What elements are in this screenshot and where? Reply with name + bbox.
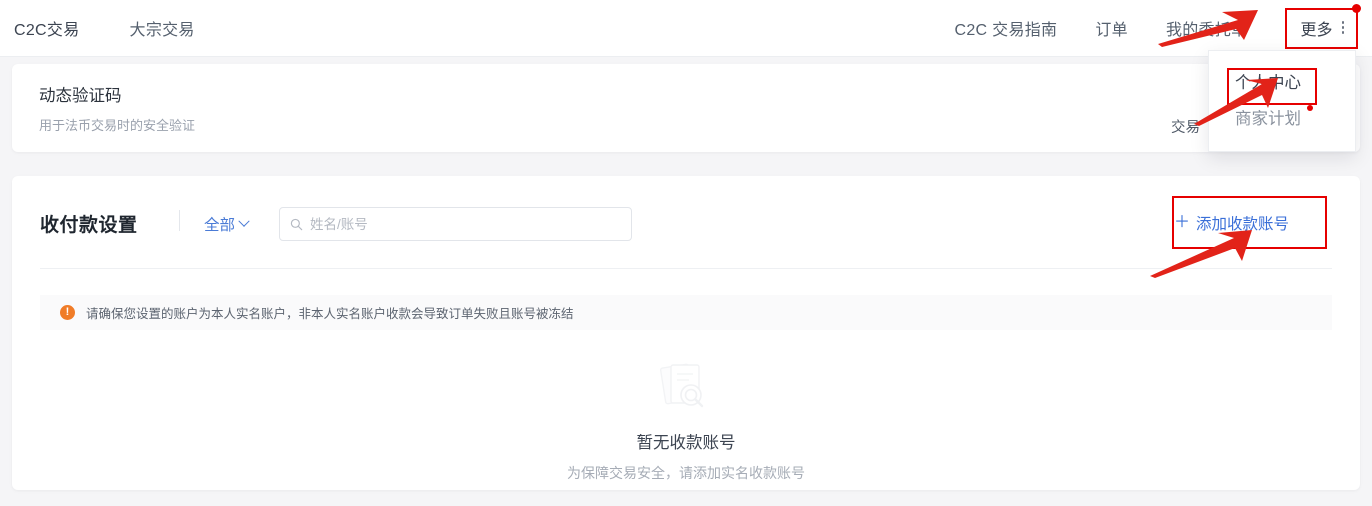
search-icon xyxy=(290,218,303,230)
nav-c2c-trade[interactable]: C2C交易 xyxy=(14,16,80,40)
payment-settings-card: 收付款设置 全部 ＋ 添加收款账号 ! xyxy=(12,176,1360,490)
search-input-wrapper[interactable] xyxy=(279,207,632,241)
chevron-down-icon xyxy=(238,215,250,227)
dropdown-item-label: 商家计划 xyxy=(1235,110,1301,128)
section-divider xyxy=(40,268,1332,269)
more-button[interactable]: 更多 xyxy=(1285,3,1361,49)
navbar-left-group: C2C交易 大宗交易 xyxy=(0,16,195,40)
warning-glyph: ! xyxy=(65,306,70,318)
add-receiving-account-label: 添加收款账号 xyxy=(1195,216,1289,233)
plus-icon: ＋ xyxy=(1173,214,1190,231)
navbar-right-group: C2C 交易指南 订单 我的委托单 更多 xyxy=(955,3,1372,49)
filter-all-dropdown[interactable]: 全部 xyxy=(204,213,250,235)
more-dropdown-menu: 个人中心 商家计划 xyxy=(1208,50,1356,152)
more-button-label: 更多 xyxy=(1300,21,1333,39)
merchant-plan-dot-badge xyxy=(1307,105,1313,111)
header-divider xyxy=(179,210,180,231)
dropdown-item-label: 个人中心 xyxy=(1235,74,1301,92)
empty-state-title: 暂无收款账号 xyxy=(636,434,736,452)
otp-card-title: 动态验证码 xyxy=(39,87,122,105)
otp-card-subtitle: 用于法币交易时的安全验证 xyxy=(39,118,196,133)
dropdown-item-merchant-plan[interactable]: 商家计划 xyxy=(1209,99,1355,135)
notification-dot-badge xyxy=(1352,3,1361,13)
filter-label: 全部 xyxy=(204,217,236,234)
add-receiving-account-button[interactable]: ＋ 添加收款账号 xyxy=(1171,208,1291,238)
realname-warning-banner: ! 请确保您设置的账户为本人实名账户，非本人实名账户收款会导致订单失败且账号被冻… xyxy=(40,295,1332,330)
nav-orders[interactable]: 订单 xyxy=(1095,16,1128,40)
empty-state: 暂无收款账号 为保障交易安全，请添加实名收款账号 xyxy=(12,362,1360,483)
page-root: C2C交易 大宗交易 C2C 交易指南 订单 我的委托单 更多 动态验证码 用于… xyxy=(0,0,1372,506)
dynamic-verification-card: 动态验证码 用于法币交易时的安全验证 交易 xyxy=(12,64,1360,152)
nav-block-trade[interactable]: 大宗交易 xyxy=(130,16,195,40)
dropdown-item-personal-center[interactable]: 个人中心 xyxy=(1209,63,1355,99)
nav-my-ads[interactable]: 我的委托单 xyxy=(1166,16,1248,40)
nav-c2c-guide[interactable]: C2C 交易指南 xyxy=(955,16,1058,40)
exclamation-circle-icon: ! xyxy=(60,305,75,320)
otp-card-right-text: 交易 xyxy=(1171,120,1200,136)
page-title: 收付款设置 xyxy=(40,215,138,236)
search-input[interactable] xyxy=(310,216,621,232)
kebab-vertical-icon xyxy=(1341,21,1344,34)
documents-search-icon xyxy=(659,363,704,408)
warning-text: 请确保您设置的账户为本人实名账户，非本人实名账户收款会导致订单失败且账号被冻结 xyxy=(86,307,574,321)
empty-state-subtitle: 为保障交易安全，请添加实名收款账号 xyxy=(567,465,805,481)
more-menu-wrapper: 更多 xyxy=(1285,3,1361,49)
top-navbar: C2C交易 大宗交易 C2C 交易指南 订单 我的委托单 更多 xyxy=(0,0,1372,57)
payment-settings-header: 收付款设置 全部 ＋ 添加收款账号 xyxy=(12,176,1360,268)
